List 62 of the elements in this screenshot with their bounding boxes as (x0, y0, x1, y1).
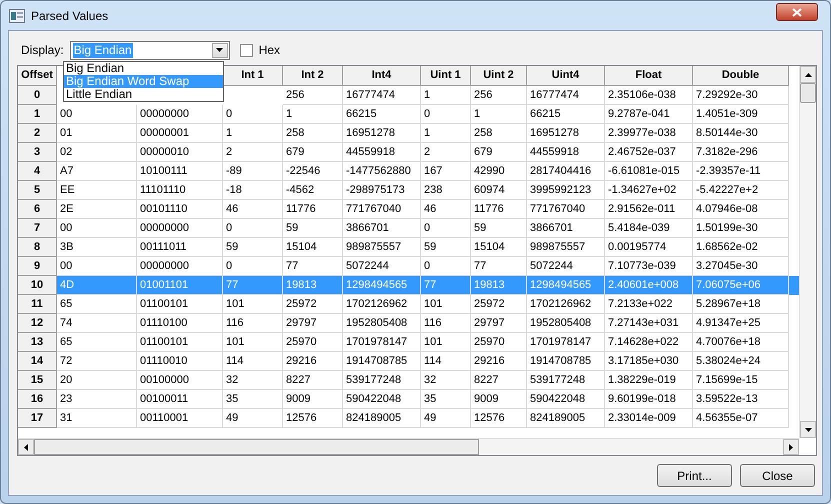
row-header: 3 (18, 143, 57, 162)
display-label: Display: (21, 42, 64, 59)
scroll-up-button[interactable] (800, 66, 816, 83)
row-header: 7 (18, 219, 57, 238)
scroll-thumb[interactable] (800, 83, 816, 103)
row-header: 13 (18, 333, 57, 352)
row-header: 14 (18, 352, 57, 371)
column-header[interactable]: Offset (18, 66, 57, 86)
row-header: 11 (18, 295, 57, 314)
window-title: Parsed Values (31, 8, 108, 24)
row-header: 8 (18, 238, 57, 257)
scroll-right-button[interactable] (783, 439, 799, 455)
row-header: 1 (18, 105, 57, 124)
table-row[interactable]: 10 4D 01001101 77 19813 1298494565 77 19813 1298494565 2.40601e+008 7.06075e+06 (18, 276, 799, 295)
column-header[interactable]: Int4 (343, 66, 421, 86)
row-header: 0 (18, 86, 57, 105)
row-header: 4 (18, 162, 57, 181)
dropdown-value: Big Endian (72, 42, 133, 58)
table-cell: 49 (223, 409, 283, 428)
table-cell: 12576 (283, 409, 343, 428)
dialog-button[interactable]: Close (740, 464, 815, 487)
table-cell: 824189005 (527, 409, 605, 428)
window-app-icon (9, 8, 25, 22)
row-header: 16 (18, 390, 57, 409)
scroll-down-button[interactable] (800, 421, 816, 438)
table-cell: 00110001 (137, 409, 223, 428)
scroll-thumb[interactable] (34, 439, 479, 455)
close-icon (792, 8, 802, 16)
column-header[interactable]: Double (693, 66, 789, 86)
scroll-left-button[interactable] (18, 439, 34, 455)
dropdown-option[interactable]: Big Endian (64, 62, 223, 75)
table-cell: 2.33014e-009 (605, 409, 693, 428)
column-header[interactable]: Int 1 (223, 66, 283, 86)
row-header: 15 (18, 371, 57, 390)
row-header: 12 (18, 314, 57, 333)
caret-icon (216, 48, 224, 52)
table-cell: 49 (421, 409, 471, 428)
row-header: 2 (18, 124, 57, 143)
column-header[interactable]: Uint 1 (421, 66, 471, 86)
hex-label: Hex (258, 42, 280, 59)
table-cell: 31 (57, 409, 137, 428)
left-arrow-icon (24, 444, 28, 450)
row-header: 6 (18, 200, 57, 219)
hex-checkbox[interactable] (240, 44, 253, 56)
dialog-button[interactable]: Print... (657, 464, 732, 487)
row-header: 17 (18, 409, 57, 428)
row-header: 10 (18, 276, 57, 295)
right-arrow-icon (789, 444, 793, 450)
table-cell: 824189005 (343, 409, 421, 428)
column-header[interactable]: Int 2 (283, 66, 343, 86)
column-header[interactable]: Uint4 (527, 66, 605, 86)
table-cell: 12576 (471, 409, 527, 428)
down-arrow-icon (804, 428, 812, 432)
close-button[interactable] (776, 3, 818, 21)
row-header: 9 (18, 257, 57, 276)
table-cell: 4.56355e-07 (693, 409, 789, 428)
column-header[interactable]: Float (605, 66, 693, 86)
up-arrow-icon (804, 72, 812, 76)
column-header[interactable]: Uint 2 (471, 66, 527, 86)
dropdown-option[interactable]: Little Endian (64, 88, 223, 101)
row-header: 5 (18, 181, 57, 200)
dropdown-arrow-button[interactable] (212, 42, 228, 58)
